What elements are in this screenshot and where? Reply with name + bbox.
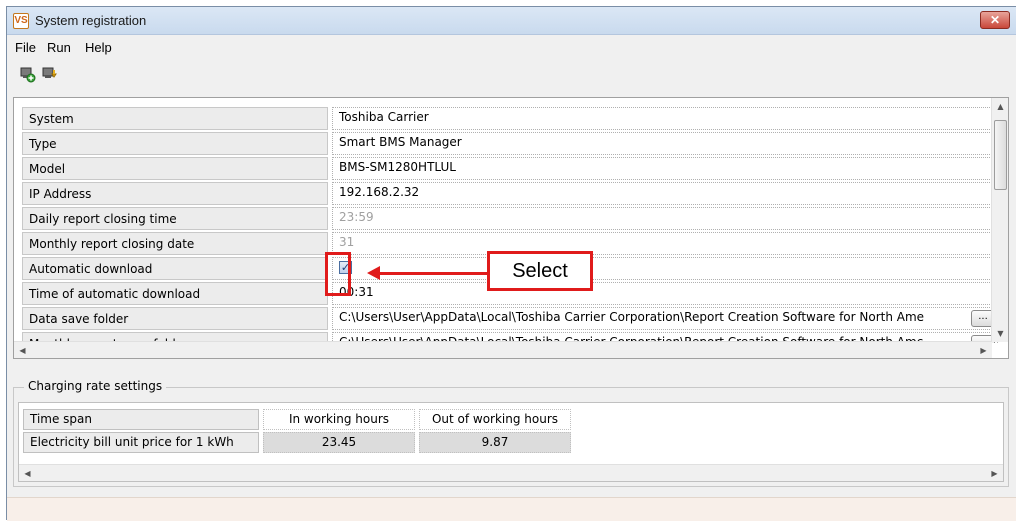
scroll-up-arrow-icon[interactable]: ▲ xyxy=(992,98,1009,115)
settings-panel: System Toshiba Carrier Type Smart BMS Ma… xyxy=(13,97,1009,359)
vertical-scroll-thumb[interactable] xyxy=(994,120,1007,190)
horizontal-scrollbar[interactable]: ◀ ▶ xyxy=(14,341,992,358)
type-field[interactable]: Smart BMS Manager xyxy=(332,132,998,155)
row-daily-closing: Daily report closing time 23:59 xyxy=(22,206,998,231)
annotation-highlight-box xyxy=(325,252,351,296)
in-working-hours-header: In working hours xyxy=(263,409,415,430)
charging-rate-group-title: Charging rate settings xyxy=(24,379,167,393)
row-label: Data save folder xyxy=(22,307,328,330)
price-in-working-hours-field[interactable]: 23.45 xyxy=(263,432,415,453)
annotation-arrow-line xyxy=(379,272,487,275)
annotation-select-label: Select xyxy=(487,251,593,291)
menu-help[interactable]: Help xyxy=(85,40,112,55)
daily-closing-time-field: 23:59 xyxy=(332,207,998,230)
menu-bar: File Run Help xyxy=(7,36,1016,58)
auto-download-time-field[interactable]: 00:31 xyxy=(332,282,998,305)
scroll-down-arrow-icon[interactable]: ▼ xyxy=(992,325,1009,342)
price-out-working-hours-field[interactable]: 9.87 xyxy=(419,432,571,453)
title-bar: VS System registration ✕ xyxy=(7,7,1016,35)
status-bar xyxy=(7,497,1016,521)
row-system: System Toshiba Carrier xyxy=(22,106,998,131)
menu-run[interactable]: Run xyxy=(47,40,71,55)
row-label: Monthly report closing date xyxy=(22,232,328,255)
row-label: Type xyxy=(22,132,328,155)
charging-rate-panel: Time span In working hours Out of workin… xyxy=(18,402,1004,482)
close-button[interactable]: ✕ xyxy=(980,11,1010,29)
charging-rate-group: Charging rate settings Time span In work… xyxy=(13,379,1009,487)
row-label: IP Address xyxy=(22,182,328,205)
system-field[interactable]: Toshiba Carrier xyxy=(332,107,998,130)
row-label: System xyxy=(22,107,328,130)
system-registration-window: VS System registration ✕ File Run Help S… xyxy=(6,6,1016,521)
app-icon: VS xyxy=(13,13,29,29)
row-ip-address: IP Address 192.168.2.32 xyxy=(22,181,998,206)
add-computer-icon[interactable] xyxy=(19,65,37,83)
row-data-save-folder: Data save folder C:\Users\User\AppData\L… xyxy=(22,306,998,331)
unit-price-label: Electricity bill unit price for 1 kWh xyxy=(23,432,259,453)
row-label: Automatic download xyxy=(22,257,328,280)
monthly-closing-date-field: 31 xyxy=(332,232,998,255)
scroll-right-arrow-icon[interactable]: ▶ xyxy=(986,465,1003,482)
out-working-hours-header: Out of working hours xyxy=(419,409,571,430)
toolbar xyxy=(7,61,1016,87)
time-span-label: Time span xyxy=(23,409,259,430)
scroll-right-arrow-icon[interactable]: ▶ xyxy=(975,342,992,359)
scroll-left-arrow-icon[interactable]: ◀ xyxy=(19,465,36,482)
menu-file[interactable]: File xyxy=(15,40,36,55)
scroll-left-arrow-icon[interactable]: ◀ xyxy=(14,342,31,359)
charging-horizontal-scrollbar[interactable]: ◀ ▶ xyxy=(19,464,1003,481)
data-save-folder-path: C:\Users\User\AppData\Local\Toshiba Carr… xyxy=(339,310,925,324)
data-save-folder-field[interactable]: C:\Users\User\AppData\Local\Toshiba Carr… xyxy=(332,307,998,330)
row-model: Model BMS-SM1280HTLUL xyxy=(22,156,998,181)
window-title: System registration xyxy=(35,13,147,28)
vertical-scrollbar[interactable]: ▲ ▼ xyxy=(991,98,1008,342)
ip-address-field[interactable]: 192.168.2.32 xyxy=(332,182,998,205)
download-computer-icon[interactable] xyxy=(41,65,59,83)
row-label: Daily report closing time xyxy=(22,207,328,230)
model-field[interactable]: BMS-SM1280HTLUL xyxy=(332,157,998,180)
row-label: Model xyxy=(22,157,328,180)
automatic-download-cell: ✓ xyxy=(332,257,998,280)
row-label: Time of automatic download xyxy=(22,282,328,305)
row-type: Type Smart BMS Manager xyxy=(22,131,998,156)
